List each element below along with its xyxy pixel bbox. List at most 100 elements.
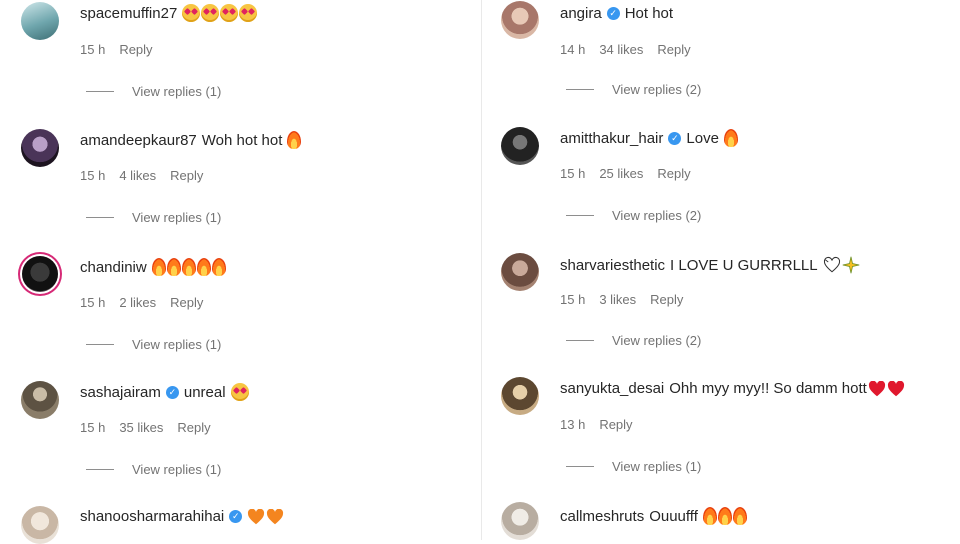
view-replies-button[interactable]: View replies (1) xyxy=(86,337,221,352)
avatar[interactable] xyxy=(501,253,539,291)
verified-badge-icon: ✓ xyxy=(606,7,620,20)
fire-emoji-icon xyxy=(702,507,717,525)
comment-likes[interactable]: 25 likes xyxy=(599,166,643,181)
comment-likes[interactable]: 35 likes xyxy=(119,420,163,435)
comment-time: 15 h xyxy=(560,292,586,307)
comment-time: 13 h xyxy=(560,417,586,432)
red-heart-emoji-icon xyxy=(868,380,885,396)
view-replies-button[interactable]: View replies (2) xyxy=(566,82,701,97)
replies-divider xyxy=(566,340,594,341)
view-replies-button[interactable]: View replies (2) xyxy=(566,333,701,348)
comment-emoji xyxy=(182,4,258,22)
comment-username[interactable]: callmeshruts xyxy=(560,508,644,525)
comment-username[interactable]: sashajairam xyxy=(80,384,161,401)
avatar[interactable] xyxy=(501,1,539,39)
verified-badge-icon: ✓ xyxy=(229,510,243,523)
avatar[interactable] xyxy=(21,129,59,167)
replies-divider xyxy=(566,89,594,90)
comment-emoji xyxy=(151,258,226,276)
comment-text: Ouuufff xyxy=(649,507,698,525)
fire-emoji-icon xyxy=(166,258,181,276)
comment-time: 15 h xyxy=(80,420,106,435)
replies-divider xyxy=(566,215,594,216)
heart-eyes-emoji-icon xyxy=(230,383,249,401)
comment-username[interactable]: amandeepkaur87 xyxy=(80,132,197,149)
comment-text: unreal xyxy=(183,383,226,401)
comment-emoji xyxy=(247,508,284,525)
comment-username[interactable]: spacemuffin27 xyxy=(80,5,177,22)
comment-time: 14 h xyxy=(560,42,586,57)
white-heart-dove-emoji-icon xyxy=(823,256,840,273)
reply-button[interactable]: Reply xyxy=(657,166,690,181)
comment-username[interactable]: shanoosharmarahihai xyxy=(80,508,224,525)
reply-button[interactable]: Reply xyxy=(177,420,210,435)
comment-likes[interactable]: 34 likes xyxy=(599,42,643,57)
comment-emoji xyxy=(230,383,249,401)
reply-button[interactable]: Reply xyxy=(170,168,203,183)
red-heart-emoji-icon xyxy=(887,380,904,396)
comment-time: 15 h xyxy=(80,168,106,183)
replies-divider xyxy=(86,91,114,92)
comment-emoji xyxy=(868,380,905,397)
comment-username[interactable]: angira xyxy=(560,5,602,22)
reply-button[interactable]: Reply xyxy=(650,292,683,307)
comment-text: Love xyxy=(686,129,719,147)
fire-emoji-icon xyxy=(181,258,196,276)
fire-emoji-icon xyxy=(151,258,166,276)
reply-button[interactable]: Reply xyxy=(119,42,152,57)
avatar[interactable] xyxy=(21,381,59,419)
fire-emoji-icon xyxy=(732,507,747,525)
comment-time: 15 h xyxy=(80,42,106,57)
heart-eyes-emoji-icon xyxy=(201,4,220,22)
comment-text: Woh hot hot xyxy=(201,131,283,149)
orange-heart-emoji-icon xyxy=(248,508,265,524)
view-replies-label: View replies (2) xyxy=(612,208,702,223)
view-replies-label: View replies (1) xyxy=(132,84,222,99)
view-replies-label: View replies (1) xyxy=(132,210,222,225)
reply-button[interactable]: Reply xyxy=(657,42,690,57)
view-replies-label: View replies (2) xyxy=(612,333,702,348)
fire-emoji-icon xyxy=(717,507,732,525)
comment-likes[interactable]: 4 likes xyxy=(119,168,156,183)
fire-emoji-icon xyxy=(287,131,302,149)
view-replies-label: View replies (1) xyxy=(612,459,702,474)
comment-emoji xyxy=(723,129,738,147)
view-replies-label: View replies (1) xyxy=(132,462,222,477)
heart-eyes-emoji-icon xyxy=(239,4,258,22)
replies-divider xyxy=(86,344,114,345)
view-replies-button[interactable]: View replies (1) xyxy=(86,462,221,477)
comment-text: I LOVE U GURRRLLL xyxy=(670,256,818,274)
view-replies-button[interactable]: View replies (2) xyxy=(566,208,701,223)
fire-emoji-icon xyxy=(196,258,211,276)
heart-eyes-emoji-icon xyxy=(220,4,239,22)
avatar[interactable] xyxy=(22,256,58,292)
replies-divider xyxy=(86,217,114,218)
comment-username[interactable]: chandiniw xyxy=(80,259,147,276)
avatar[interactable] xyxy=(501,502,539,540)
avatar[interactable] xyxy=(21,506,59,544)
comment-emoji xyxy=(702,507,747,525)
replies-divider xyxy=(86,469,114,470)
comments-column-right: angira ✓ Hot hot 14 h 34 likes Reply Vie… xyxy=(482,0,960,540)
view-replies-button[interactable]: View replies (1) xyxy=(566,459,701,474)
comment-likes[interactable]: 2 likes xyxy=(119,295,156,310)
view-replies-button[interactable]: View replies (1) xyxy=(86,210,221,225)
avatar[interactable] xyxy=(501,377,539,415)
comment-username[interactable]: sanyukta_desai xyxy=(560,380,664,397)
avatar[interactable] xyxy=(21,2,59,40)
comment-emoji xyxy=(823,256,860,274)
avatar[interactable] xyxy=(501,127,539,165)
comment-likes[interactable]: 3 likes xyxy=(599,292,636,307)
fire-emoji-icon xyxy=(723,129,738,147)
comment-text: Ohh myy myy!! So damm hott xyxy=(669,380,867,397)
verified-badge-icon: ✓ xyxy=(668,131,682,145)
orange-heart-emoji-icon xyxy=(267,508,284,524)
view-replies-button[interactable]: View replies (1) xyxy=(86,84,221,99)
comment-text: Hot hot xyxy=(624,5,674,22)
reply-button[interactable]: Reply xyxy=(170,295,203,310)
sparkle-emoji-icon xyxy=(842,256,859,274)
reply-button[interactable]: Reply xyxy=(599,417,632,432)
fire-emoji-icon xyxy=(211,258,226,276)
comment-username[interactable]: sharvariesthetic xyxy=(560,257,665,274)
comment-username[interactable]: amitthakur_hair xyxy=(560,130,663,147)
